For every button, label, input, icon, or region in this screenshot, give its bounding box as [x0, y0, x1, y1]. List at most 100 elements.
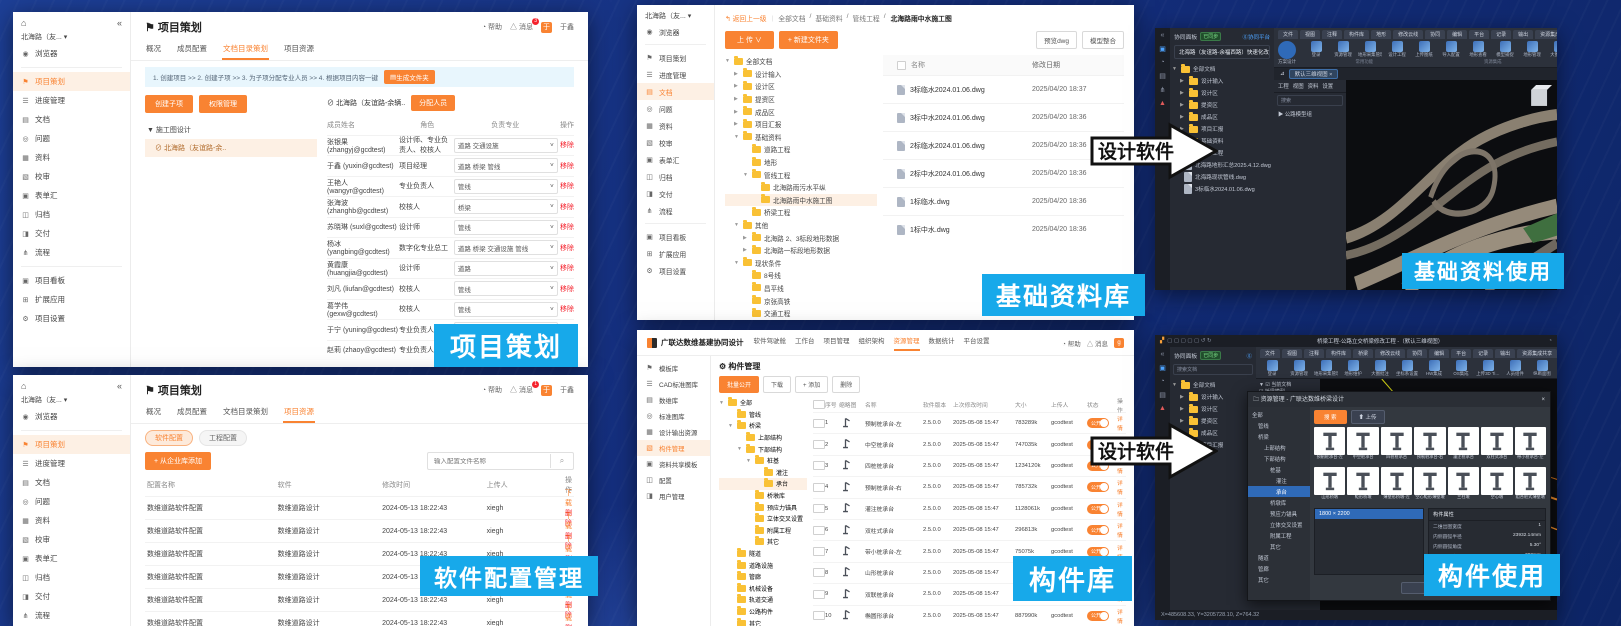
ribbon-tab-0[interactable]: 文件 — [1260, 349, 1280, 358]
component-tree-node-6[interactable]: 灌注 — [719, 467, 807, 479]
project-name[interactable]: 北海路（友谊路-余福西路）快速化改... ✎ — [1174, 45, 1270, 59]
back-link[interactable]: ↰ 返回上一级 — [725, 13, 767, 23]
component-tree-node-9[interactable]: 预应力锚具 — [719, 501, 807, 513]
sidebar-item-2[interactable]: ▤文档 — [13, 110, 130, 129]
doc-tree-node-13[interactable]: ▼其他 — [725, 219, 877, 232]
sidebar-item-9[interactable]: ⋔流程 — [637, 202, 714, 219]
add-button[interactable]: + 添加 — [795, 376, 828, 393]
add-from-library-button[interactable]: + 从企业库添加 — [145, 452, 211, 470]
avatar[interactable]: 于 — [541, 385, 552, 396]
coop-tree-root[interactable]: ▼全部文档 — [1172, 379, 1254, 391]
ribbon-tool-6[interactable]: HW集成 — [1422, 360, 1446, 377]
major-select[interactable]: 管线˅ — [454, 220, 558, 235]
ribbon-tab-8[interactable]: 平台 — [1451, 349, 1471, 358]
panel-icon[interactable]: ▣ — [1159, 364, 1166, 372]
ribbon-tool-6[interactable]: 地形查看 — [1466, 41, 1490, 58]
messages-button[interactable]: △ 消息3 — [510, 22, 533, 32]
help-button[interactable]: ◔ 帮助 — [482, 385, 502, 395]
doc-tree-node-14[interactable]: ▶北海路 2、3标段地形数据 — [725, 231, 877, 244]
w4-sidebar-item-3[interactable]: ◎标准图库 — [637, 408, 710, 424]
user-center-icon[interactable]: ◔ — [1549, 338, 1552, 344]
ribbon-tool-4[interactable]: 上传图纸 — [1412, 41, 1436, 58]
dialog-upload-button[interactable]: ⬆ 上传 — [1351, 410, 1385, 424]
sidebar-item-4[interactable]: ▦资料 — [13, 511, 130, 530]
sidebar-item-9[interactable]: ⋔流程 — [13, 243, 130, 262]
tab-3[interactable]: 项目资源 — [283, 39, 315, 60]
row-checkbox[interactable] — [813, 590, 825, 599]
sidebar-item-8[interactable]: ◨交付 — [13, 224, 130, 243]
row-checkbox[interactable] — [813, 547, 825, 556]
tab-0[interactable]: 概况 — [145, 39, 162, 60]
sidebar-item-0[interactable]: ⚑项目策划 — [637, 49, 714, 66]
component-card-12[interactable]: 空心墩 — [1481, 467, 1512, 505]
ribbon-tab-11[interactable]: 资源集成共享 — [1535, 30, 1557, 39]
dialog-tree-node-8[interactable]: 桥墩库 — [1248, 497, 1310, 508]
component-tree-node-5[interactable]: ▼桩基 — [719, 455, 807, 467]
assign-member-button[interactable]: 分配人员 — [411, 95, 455, 111]
doc-tree-node-7[interactable]: 道路工程 — [725, 143, 877, 156]
doc-tree-node-0[interactable]: ▼全部文档 — [725, 55, 877, 68]
sidebar-item-browser[interactable]: ◉ 浏览器 — [13, 407, 130, 426]
ribbon-tab-3[interactable]: 构件库 — [1326, 349, 1351, 358]
sidebar-item-7[interactable]: ◫归档 — [637, 168, 714, 185]
component-tree-node-12[interactable]: 其它 — [719, 536, 807, 548]
panel-tab-1[interactable]: 视图 — [1293, 82, 1304, 90]
major-select[interactable]: 道路 桥梁 管线˅ — [454, 158, 558, 173]
sidebar-item-8[interactable]: ◨交付 — [13, 587, 130, 606]
nav-item-0[interactable]: 软件驾驶舱 — [754, 335, 787, 351]
ribbon-tool-1[interactable]: 资源管理 — [1331, 41, 1355, 58]
sidebar-item-browser[interactable]: ◉ 浏览器 — [637, 23, 714, 40]
sidebar-item-6[interactable]: ▣表单汇 — [13, 186, 130, 205]
tree-search-input[interactable]: 搜索 — [1277, 95, 1343, 106]
tab-3[interactable]: 项目资源 — [283, 402, 315, 423]
dialog-tree-node-2[interactable]: 桥梁 — [1248, 431, 1310, 442]
delete-button[interactable]: 删除 — [832, 376, 860, 393]
ribbon-tab-9[interactable]: 记录 — [1473, 349, 1493, 358]
row-checkbox[interactable] — [813, 504, 825, 513]
coop-tree-folder-0[interactable]: ▶设计输入 — [1172, 75, 1272, 87]
ribbon-tool-9[interactable]: 人员组件 — [1503, 360, 1527, 377]
detail-link[interactable]: 详情 — [1117, 521, 1126, 539]
component-tree-node-18[interactable]: 公路构件 — [719, 606, 807, 618]
ribbon-tool-2[interactable]: 地形采集管理 — [1314, 360, 1338, 377]
component-tree-node-15[interactable]: 管廊 — [719, 571, 807, 583]
download-link[interactable]: 下载 — [565, 536, 572, 553]
tree-node-root[interactable]: ▼ 施工图设计 — [145, 121, 317, 139]
doc-tree-node-16[interactable]: ▼现状条件 — [725, 257, 877, 270]
ribbon-tool-3[interactable]: 设计工程 — [1385, 41, 1409, 58]
component-card-5[interactable]: 双柱式承台 — [1481, 427, 1512, 465]
sidebar-item-browser[interactable]: ◉ 浏览器 — [13, 44, 130, 63]
doc-tree-node-12[interactable]: 桥梁工程 — [725, 206, 877, 219]
w4-sidebar-item-1[interactable]: ☰CAD标准图库 — [637, 376, 710, 392]
download-link[interactable]: 下载 — [565, 605, 572, 622]
remove-link[interactable]: 移除 — [558, 304, 574, 314]
size-option-selected[interactable]: 1800 × 2200 — [1315, 509, 1423, 519]
ribbon-tool-3[interactable]: 地形维护 — [1341, 360, 1365, 377]
sidebar-item-1[interactable]: ☰进度管理 — [13, 454, 130, 473]
component-tree-node-19[interactable]: 其它 — [719, 617, 807, 626]
major-select[interactable]: 道路 交通设施˅ — [454, 138, 558, 153]
remove-link[interactable]: 移除 — [558, 243, 574, 253]
sidebar-item-4[interactable]: ▦资料 — [13, 148, 130, 167]
ribbon-tool-0[interactable]: 登录 — [1304, 41, 1328, 58]
org-selector[interactable]: 北海路（友... ▾ — [13, 30, 130, 44]
help-icon[interactable]: ◔ — [1160, 59, 1164, 66]
sidebar-item-3[interactable]: ◎问题 — [637, 100, 714, 117]
major-select[interactable]: 道路 桥梁 交通设施 管线˅ — [454, 240, 558, 255]
ribbon-tab-5[interactable]: 修改云线 — [1393, 30, 1423, 39]
ribbon-tool-10[interactable]: 纵断面图 — [1530, 360, 1554, 377]
coop-tree-file-2[interactable]: 3标临水2024.01.06.dwg — [1172, 183, 1272, 195]
component-card-9[interactable]: 薄壁形桥墩-左 — [1381, 467, 1412, 505]
ribbon-tool-9[interactable]: 大圈批注 — [1547, 41, 1557, 58]
ribbon-tab-4[interactable]: 桥梁 — [1353, 349, 1373, 358]
help-icon[interactable]: ◔ — [1160, 378, 1164, 385]
file-row[interactable]: 3标临水2024.01.06.dwg2025/04/20 18:37 — [883, 75, 1124, 103]
sidebar-item-5[interactable]: ▧校审 — [13, 530, 130, 549]
tab-2[interactable]: 文档目录策划 — [222, 402, 269, 423]
pill-1[interactable]: 工程配置 — [199, 430, 247, 446]
ribbon-tab-5[interactable]: 修改云线 — [1375, 349, 1405, 358]
w4-sidebar-item-5[interactable]: ▧构件管理 — [637, 440, 710, 456]
model-group-node[interactable]: ▶ 公路模型组 — [1274, 108, 1346, 120]
tab-1[interactable]: 成员配置 — [176, 39, 208, 60]
row-checkbox[interactable] — [813, 568, 825, 577]
